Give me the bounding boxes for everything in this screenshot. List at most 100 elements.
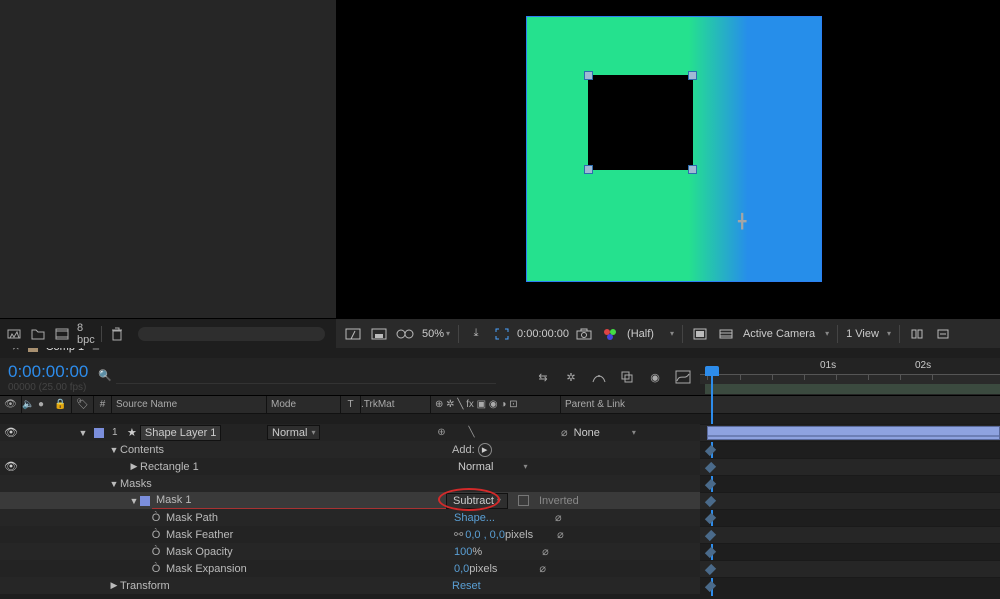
shape-layer-preview[interactable]: ╋ (526, 16, 822, 282)
solo-column-icon[interactable]: ● (38, 396, 54, 414)
mask-handle-bottom-right[interactable] (688, 165, 697, 174)
add-shape-button[interactable]: ▸ (478, 443, 492, 457)
toggle-alpha-icon[interactable] (342, 323, 364, 345)
parent-dropdown[interactable]: None▾ (574, 427, 636, 439)
mask-1-name[interactable]: Mask 1 (152, 492, 446, 509)
stopwatch-icon[interactable]: Ò (150, 512, 162, 524)
mask-feather-row[interactable]: Ò Mask Feather ⚯0,0 , 0,0 pixels ⌀ (0, 526, 700, 543)
keyframe-marker[interactable] (705, 445, 716, 456)
label-column-icon[interactable]: 🏷 (72, 396, 94, 414)
contents-group-row[interactable]: ▼ Contents Add:▸ (0, 441, 700, 458)
pixel-aspect-icon[interactable] (906, 323, 928, 345)
work-area-bar[interactable] (705, 384, 1000, 394)
transform-row[interactable]: ▶ Transform Reset (0, 577, 700, 594)
camera-dropdown[interactable]: Active Camera▾ (741, 328, 831, 340)
layer-search-input[interactable] (116, 366, 496, 384)
trash-icon[interactable] (108, 325, 126, 343)
keyframe-marker[interactable] (705, 462, 716, 473)
anchor-point-icon[interactable]: ╋ (738, 213, 746, 230)
keyframe-marker[interactable] (705, 581, 716, 592)
t-column[interactable]: T (341, 396, 361, 414)
mask-path-value[interactable]: Shape... (454, 512, 495, 524)
source-name-column[interactable]: Source Name (112, 396, 267, 414)
eye-column-icon[interactable]: 👁 (0, 396, 22, 414)
transform-twirl-closed-icon[interactable]: ▶ (108, 580, 120, 592)
mask-handle-top-right[interactable] (688, 71, 697, 80)
mask-mode-dropdown[interactable]: Subtract▾ (446, 493, 508, 509)
mask-opacity-row[interactable]: Ò Mask Opacity 100 % ⌀ (0, 543, 700, 560)
stopwatch-icon[interactable]: Ò (150, 563, 162, 575)
mask-expansion-row[interactable]: Ò Mask Expansion 0,0 pixels ⌀ (0, 560, 700, 577)
layer-name[interactable]: Shape Layer 1 (140, 425, 222, 441)
composition-viewer[interactable]: ╋ (336, 0, 1000, 318)
mask-feather-value[interactable]: 0,0 , 0,0 (465, 529, 505, 541)
mask-path-pickwhip-icon[interactable]: ⌀ (555, 511, 562, 524)
mask-handle-top-left[interactable] (584, 71, 593, 80)
motion-blur-icon[interactable]: ◉ (646, 368, 664, 386)
visibility-toggle[interactable]: 👁 (0, 424, 22, 441)
current-timecode[interactable]: 0:00:00:00 (8, 362, 88, 382)
switches-column[interactable]: ⊕ ✲ ╲ fx ▣ ◉ ◑ ⊡ (431, 396, 561, 414)
frame-blend-icon[interactable] (618, 368, 636, 386)
layer-switches[interactable]: ⊕╲ (435, 426, 493, 439)
layer-row-1[interactable]: 👁 ▼ 1 ★Shape Layer 1 Normal▾ ⊕╲ ⌀None▾ (0, 424, 700, 441)
shy-icon[interactable] (590, 368, 608, 386)
current-time-indicator[interactable] (705, 366, 719, 376)
graph-editor-icon[interactable] (674, 368, 692, 386)
blend-mode-dropdown[interactable]: Normal▾ (267, 425, 320, 440)
audio-column-icon[interactable]: 🔈 (22, 396, 38, 414)
viewer-timecode[interactable]: 0:00:00:00 (517, 328, 569, 340)
trkmat-column[interactable]: .TrkMat (361, 396, 431, 414)
mask-visibility-icon[interactable] (394, 323, 416, 345)
project-search[interactable] (138, 327, 325, 341)
mask-opacity-value[interactable]: 100 (454, 546, 472, 558)
toggle-transparency-icon[interactable] (368, 323, 390, 345)
keyframe-marker[interactable] (705, 496, 716, 507)
keyframe-marker[interactable] (705, 530, 716, 541)
project-panel[interactable] (0, 0, 336, 318)
hash-column[interactable]: # (94, 396, 112, 414)
masks-group-row[interactable]: ▼ Masks (0, 475, 700, 492)
resolution-down-icon[interactable]: ⤓ (465, 323, 487, 345)
mask-1-row[interactable]: ▼ Mask 1 Subtract▾ Inverted (0, 492, 700, 509)
mode-column[interactable]: Mode (267, 396, 341, 414)
time-ruler[interactable]: 01s 02s (700, 358, 1000, 395)
mask1-twirl-open-icon[interactable]: ▼ (128, 495, 140, 507)
zoom-dropdown[interactable]: 50%▾ (420, 328, 452, 340)
keyframe-marker[interactable] (705, 513, 716, 524)
keyframe-marker[interactable] (705, 564, 716, 575)
rect-twirl-closed-icon[interactable]: ▶ (128, 461, 140, 473)
rectangle-name[interactable]: Rectangle 1 (140, 458, 454, 475)
timeline-icon[interactable] (715, 323, 737, 345)
layer-clip[interactable] (707, 426, 1000, 440)
interpret-footage-icon[interactable] (5, 325, 23, 343)
resolution-dropdown[interactable]: (Half)▾ (625, 328, 676, 340)
show-channel-icon[interactable] (599, 323, 621, 345)
keyframe-marker[interactable] (705, 479, 716, 490)
bpc-label[interactable]: 8 bpc (77, 325, 95, 343)
mask-color-swatch[interactable] (140, 496, 150, 506)
mask-feather-pickwhip-icon[interactable]: ⌀ (557, 528, 564, 541)
view-layout-dropdown[interactable]: 1 View▾ (844, 328, 893, 340)
layer-twirl-open-icon[interactable]: ▼ (77, 427, 89, 439)
parent-column[interactable]: Parent & Link (561, 396, 677, 414)
roi-icon[interactable] (491, 323, 513, 345)
mask-handle-bottom-left[interactable] (584, 165, 593, 174)
track-row-layer-1[interactable] (700, 424, 1000, 441)
masks-twirl-open-icon[interactable]: ▼ (108, 478, 120, 490)
exposure-icon[interactable] (932, 323, 954, 345)
draft-3d-icon[interactable]: ✲ (562, 368, 580, 386)
constrain-link-icon[interactable]: ⚯ (454, 528, 463, 541)
mask-path-row[interactable]: Ò Mask Path Shape... ⌀ (0, 509, 700, 526)
layer-label-color[interactable] (94, 428, 104, 438)
mask-opacity-pickwhip-icon[interactable]: ⌀ (542, 545, 549, 558)
lock-column-icon[interactable]: 🔒 (54, 396, 72, 414)
comp-mini-flowchart-icon[interactable]: ⇆ (534, 368, 552, 386)
snapshot-icon[interactable] (573, 323, 595, 345)
stopwatch-icon[interactable]: Ò (150, 529, 162, 541)
timeline-track-area[interactable] (700, 424, 1000, 599)
pickwhip-icon[interactable]: ⌀ (561, 426, 568, 439)
keyframe-marker[interactable] (705, 547, 716, 558)
mask-hole[interactable] (588, 75, 693, 170)
inverted-checkbox[interactable] (518, 495, 529, 506)
